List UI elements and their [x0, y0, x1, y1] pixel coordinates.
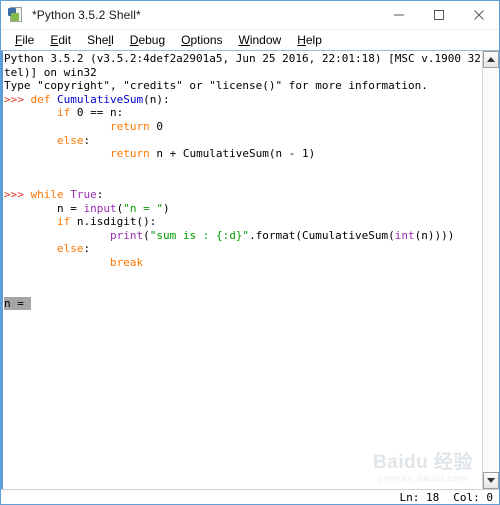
code-token-plain: n + CumulativeSum(n - 1)	[156, 147, 316, 161]
shell-code-line: >>> def CumulativeSum(n):	[4, 93, 482, 107]
window-controls	[379, 1, 499, 29]
code-token-builtin: print	[109, 228, 144, 242]
window-titlebar: *Python 3.5.2 Shell*	[1, 1, 499, 30]
code-token-kw: while	[30, 187, 71, 201]
shell-code-line: return 0	[4, 120, 482, 134]
shell-code-line: if n.isdigit():	[4, 215, 482, 229]
scrollbar-track[interactable]	[483, 68, 499, 472]
shell-code-line: return n + CumulativeSum(n - 1)	[4, 147, 482, 161]
status-line-number: Ln: 18	[399, 491, 440, 504]
code-token-builtin: int	[394, 228, 415, 242]
menubar: File Edit Shell Debug Options Window Help	[1, 30, 499, 50]
idle-shell-window: *Python 3.5.2 Shell* File Edit Shell Debug O…	[0, 0, 500, 505]
code-token-kw: else	[56, 242, 84, 256]
code-token-plain: n.isdigit():	[76, 215, 157, 229]
vertical-scrollbar[interactable]	[482, 51, 499, 489]
shell-code-line	[4, 283, 482, 297]
shell-banner-line: tel)] on win32	[4, 65, 97, 79]
scroll-down-arrow-icon[interactable]	[483, 472, 499, 489]
code-token-str: "sum is : {:d}"	[149, 228, 250, 242]
menu-item-window[interactable]: Window	[231, 30, 290, 50]
code-token-plain: :	[83, 133, 91, 147]
shell-code-line	[4, 270, 482, 284]
shell-code-line: if 0 == n:	[4, 106, 482, 120]
menu-item-file[interactable]: File	[7, 30, 42, 50]
code-token-kw: return	[109, 119, 157, 133]
shell-area: Python 3.5.2 (v3.5.2:4def2a2901a5, Jun 2…	[1, 50, 499, 489]
shell-code-line: break	[4, 256, 482, 270]
code-token-prompt: >>>	[4, 92, 31, 106]
maximize-icon[interactable]	[419, 1, 459, 29]
shell-code-line: n = input("n = ")	[4, 202, 482, 216]
menu-item-debug[interactable]: Debug	[122, 30, 173, 50]
menu-item-shell[interactable]: Shell	[79, 30, 122, 50]
window-title: *Python 3.5.2 Shell*	[32, 8, 141, 22]
close-icon[interactable]	[459, 1, 499, 29]
minimize-icon[interactable]	[379, 1, 419, 29]
code-token-plain: (n):	[143, 92, 170, 106]
code-token-plain: n =	[4, 201, 84, 215]
menu-accel-letter: E	[50, 33, 59, 47]
shell-code-line	[4, 174, 482, 188]
code-token-plain: 0 == n:	[76, 106, 124, 120]
code-token-kw: if	[56, 215, 77, 229]
code-token-plain: :	[83, 242, 91, 256]
shell-output-text[interactable]: Python 3.5.2 (v3.5.2:4def2a2901a5, Jun 2…	[3, 51, 482, 489]
menu-item-edit[interactable]: Edit	[42, 30, 79, 50]
code-token-plain: .format(CumulativeSum(	[249, 228, 395, 242]
menu-accel-letter: O	[181, 33, 191, 47]
code-token-kw: else	[56, 133, 84, 147]
shell-code-line	[4, 161, 482, 175]
code-token-kw: def	[30, 92, 57, 106]
code-token-plain: (	[143, 228, 150, 242]
shell-code-line: n =	[4, 296, 482, 311]
shell-code-line: else:	[4, 134, 482, 148]
menu-accel-letter: H	[297, 33, 306, 47]
code-token-plain: (n))))	[414, 228, 455, 242]
shell-banner-line: Type "copyright", "credits" or "license(…	[4, 79, 428, 93]
statusbar: Ln: 18 Col: 0	[1, 489, 499, 504]
code-token-builtin: True	[70, 187, 97, 201]
shell-banner-line: Python 3.5.2 (v3.5.2:4def2a2901a5, Jun 2…	[4, 52, 482, 65]
menu-accel-letter: D	[129, 33, 139, 47]
menu-accel-letter: W	[238, 33, 250, 47]
code-token-str: "n = "	[123, 201, 163, 215]
scroll-up-arrow-icon[interactable]	[483, 51, 499, 68]
shell-code-line: >>> while True:	[4, 188, 482, 202]
code-token-kw: break	[109, 255, 144, 269]
code-token-plain: :	[96, 187, 104, 201]
code-token-plain: 0	[156, 119, 163, 133]
menu-item-help[interactable]: Help	[289, 30, 330, 50]
code-token-kw: if	[56, 106, 77, 120]
shell-code-line: print("sum is : {:d}".format(CumulativeS…	[4, 229, 482, 243]
menu-accel-letter: F	[15, 33, 23, 47]
code-token-kw: return	[109, 147, 157, 161]
code-token-builtin: input	[83, 201, 117, 215]
code-token-def: CumulativeSum	[57, 92, 144, 106]
menu-item-options[interactable]: Options	[173, 30, 230, 50]
code-token-plain: )	[162, 201, 170, 215]
shell-code-line: else:	[4, 242, 482, 256]
menu-accel-letter: l	[108, 33, 112, 47]
python-idle-icon	[8, 7, 24, 23]
selected-text: n =	[4, 296, 31, 310]
status-column-number: Col: 0	[453, 491, 493, 504]
code-token-prompt: >>>	[4, 187, 31, 201]
